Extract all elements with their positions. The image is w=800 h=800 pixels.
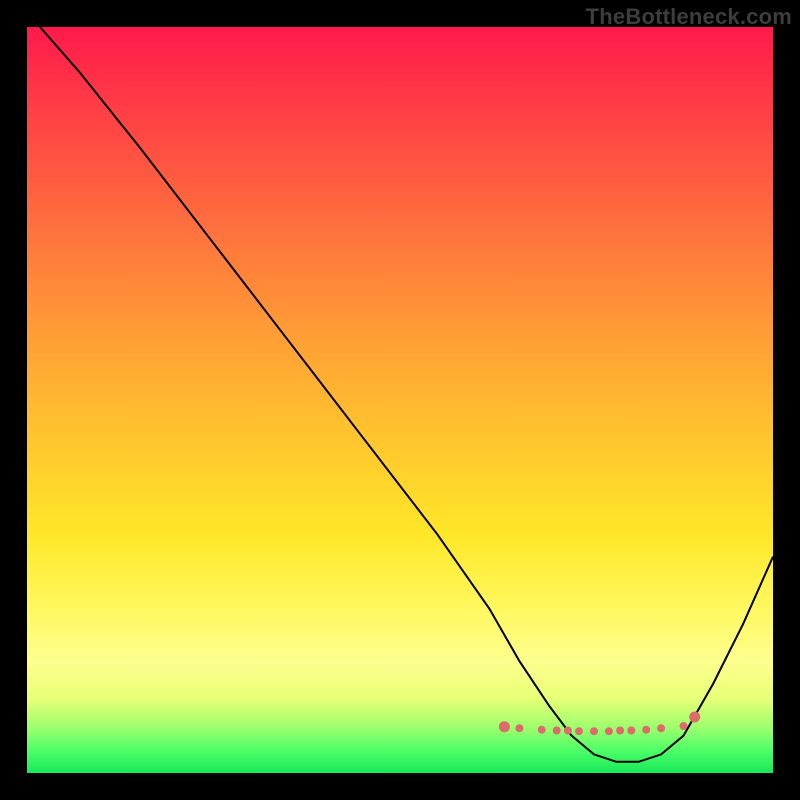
bottleneck-curve	[27, 27, 773, 762]
marker-dot	[515, 724, 523, 732]
marker-dot	[657, 724, 665, 732]
marker-dot	[553, 727, 561, 735]
marker-dot	[590, 727, 598, 735]
watermark-text: TheBottleneck.com	[586, 4, 792, 30]
marker-dot	[538, 726, 546, 734]
chart-svg	[27, 27, 773, 773]
marker-dot	[627, 727, 635, 735]
marker-dot	[616, 727, 624, 735]
marker-dot	[680, 722, 688, 730]
marker-dots	[499, 712, 700, 736]
marker-dot	[499, 721, 510, 732]
marker-dot	[575, 727, 583, 735]
marker-dot	[642, 726, 650, 734]
marker-dot	[689, 712, 700, 723]
plot-area	[27, 27, 773, 773]
marker-dot	[564, 727, 572, 735]
chart-frame: TheBottleneck.com	[0, 0, 800, 800]
marker-dot	[605, 727, 613, 735]
